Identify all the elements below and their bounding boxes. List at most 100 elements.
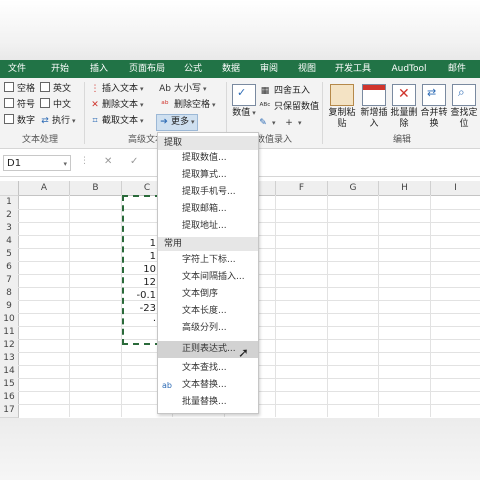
row-header[interactable]: 16 bbox=[0, 391, 19, 405]
row-header[interactable]: 11 bbox=[0, 326, 19, 340]
case-icon: Ab bbox=[159, 84, 171, 94]
name-box[interactable]: D1 ▾ bbox=[3, 155, 71, 171]
row-header[interactable]: 1 bbox=[0, 196, 19, 210]
delete-text-button[interactable]: ✕ 删除文本 ▾ bbox=[90, 98, 143, 113]
abc-icon: ᴬᴮᶜ bbox=[259, 102, 271, 112]
row-header[interactable]: 2 bbox=[0, 209, 19, 223]
menu-item-text-find[interactable]: 文本查找... bbox=[158, 360, 258, 377]
row-header[interactable]: 13 bbox=[0, 352, 19, 366]
menu-item-extract-number[interactable]: 提取数值... bbox=[158, 150, 258, 167]
digit-checkbox[interactable]: 数字 bbox=[4, 114, 35, 129]
row-header[interactable]: 8 bbox=[0, 287, 19, 301]
column-header[interactable]: H bbox=[379, 181, 431, 196]
menu-item-extract-address[interactable]: 提取地址... bbox=[158, 218, 258, 235]
ribbon-tab-bar: 文件 开始 插入 页面布局 公式 数据 审阅 视图 开发工具 AudTool 邮… bbox=[0, 60, 480, 78]
find-locate-button[interactable]: ⌕ 查找定 位 bbox=[448, 84, 480, 130]
menu-item-reverse-text[interactable]: 文本倒序 bbox=[158, 286, 258, 303]
more-dropdown-menu: 提取 提取数值... 提取算式... 提取手机号... 提取邮箱... 提取地址… bbox=[157, 132, 259, 414]
number-button[interactable]: ✓ 数值 ▾ bbox=[228, 84, 260, 119]
tab-view[interactable]: 视图 bbox=[292, 60, 322, 78]
menu-item-batch-replace[interactable]: 批量替换... bbox=[158, 394, 258, 411]
video-top-area bbox=[0, 0, 480, 60]
plus-button[interactable]: + ▾ bbox=[284, 116, 302, 131]
row-header[interactable]: 6 bbox=[0, 261, 19, 275]
menu-item-extract-email[interactable]: 提取邮箱... bbox=[158, 201, 258, 218]
round-button[interactable]: ▦ 四舍五入 bbox=[258, 84, 310, 99]
merge-icon: ⇄ bbox=[422, 84, 446, 106]
gridline bbox=[69, 195, 70, 417]
column-header[interactable]: G bbox=[328, 181, 379, 196]
row-header[interactable]: 9 bbox=[0, 300, 19, 314]
menu-item-extract-phone[interactable]: 提取手机号... bbox=[158, 184, 258, 201]
batch-delete-button[interactable]: ✕ 批量删 除 bbox=[388, 84, 420, 130]
chevron-down-icon: ▾ bbox=[191, 118, 195, 126]
menu-item-advanced-split[interactable]: 高级分列... bbox=[158, 320, 258, 337]
more-button[interactable]: ➔ 更多 ▾ bbox=[156, 114, 198, 131]
mouse-cursor-icon: ➚ bbox=[238, 346, 249, 361]
column-header[interactable]: A bbox=[19, 181, 70, 196]
cancel-icon[interactable]: ✕ bbox=[104, 156, 112, 167]
group-label-data-entry: 数值录入 bbox=[256, 135, 293, 145]
tab-home[interactable]: 开始 bbox=[44, 60, 76, 78]
menu-item-extract-formula[interactable]: 提取算式... bbox=[158, 167, 258, 184]
menu-item-superscript[interactable]: 字符上下标... bbox=[158, 252, 258, 269]
tab-audtool[interactable]: AudTool bbox=[386, 60, 432, 78]
space-checkbox[interactable]: 空格 bbox=[4, 82, 35, 97]
execute-icon: ⇄ bbox=[41, 116, 49, 126]
keep-value-button[interactable]: ᴬᴮᶜ 只保留数值 bbox=[258, 100, 319, 115]
merge-convert-button[interactable]: ⇄ 合并转 换 bbox=[418, 84, 450, 130]
round-icon: ▦ bbox=[260, 86, 270, 96]
chinese-checkbox[interactable]: 中文 bbox=[40, 98, 71, 113]
english-checkbox[interactable]: 英文 bbox=[40, 82, 71, 97]
number-icon: ✓ bbox=[232, 84, 256, 106]
row-header[interactable]: 10 bbox=[0, 313, 19, 327]
row-header[interactable]: 15 bbox=[0, 378, 19, 392]
delete-text-icon: ✕ bbox=[91, 100, 99, 110]
chevron-down-icon: ▾ bbox=[203, 85, 207, 93]
cut-text-button[interactable]: ⌗ 截取文本 ▾ bbox=[90, 114, 144, 129]
confirm-icon[interactable]: ✓ bbox=[130, 156, 138, 167]
row-header[interactable]: 17 bbox=[0, 404, 19, 418]
table-insert-icon bbox=[362, 84, 386, 106]
chevron-down-icon: ▾ bbox=[140, 117, 144, 125]
menu-item-interval-insert[interactable]: 文本间隔插入... bbox=[158, 269, 258, 286]
column-header[interactable]: B bbox=[70, 181, 122, 196]
row-header[interactable]: 3 bbox=[0, 222, 19, 236]
menu-item-text-length[interactable]: 文本长度... bbox=[158, 303, 258, 320]
tab-data[interactable]: 数据 bbox=[216, 60, 246, 78]
tab-developer[interactable]: 开发工具 bbox=[330, 60, 376, 78]
delete-space-button[interactable]: ᵃᵇ 删除空格 ▾ bbox=[158, 98, 215, 113]
tab-mail[interactable]: 邮件 bbox=[442, 60, 472, 78]
row-header[interactable]: 4 bbox=[0, 235, 19, 249]
chevron-down-icon: ▾ bbox=[272, 119, 276, 127]
row-header[interactable]: 5 bbox=[0, 248, 19, 262]
insert-new-button[interactable]: 新增插 入 bbox=[358, 84, 390, 130]
column-header[interactable]: I bbox=[431, 181, 480, 196]
edit-tools-button[interactable]: ✎ ▾ bbox=[258, 116, 276, 131]
column-header[interactable]: F bbox=[276, 181, 328, 196]
group-label-edit: 编辑 bbox=[393, 135, 412, 145]
tab-formulas[interactable]: 公式 bbox=[178, 60, 208, 78]
copy-paste-button[interactable]: 复制粘 贴 bbox=[326, 84, 358, 130]
group-label-text-processing: 文本处理 bbox=[22, 135, 59, 145]
execute-button[interactable]: ⇄ 执行 ▾ bbox=[40, 114, 76, 129]
pencil-icon: ✎ bbox=[259, 118, 267, 128]
menu-item-text-replace[interactable]: ab 文本替换... bbox=[158, 377, 258, 394]
gridline bbox=[275, 195, 276, 417]
cut-text-icon: ⌗ bbox=[92, 116, 98, 126]
tab-file[interactable]: 文件 bbox=[2, 60, 32, 78]
formula-bar-drag-handle[interactable]: ⋮ bbox=[80, 156, 89, 166]
tab-page-layout[interactable]: 页面布局 bbox=[122, 60, 172, 78]
tab-insert[interactable]: 插入 bbox=[84, 60, 114, 78]
row-header[interactable]: 12 bbox=[0, 339, 19, 353]
row-header[interactable]: 14 bbox=[0, 365, 19, 379]
chevron-down-icon: ▾ bbox=[298, 119, 302, 127]
insert-text-button[interactable]: ⋮ 插入文本 ▾ bbox=[90, 82, 144, 97]
case-button[interactable]: Ab 大小写 ▾ bbox=[158, 82, 207, 97]
symbol-checkbox[interactable]: 符号 bbox=[4, 98, 35, 113]
tab-review[interactable]: 审阅 bbox=[254, 60, 284, 78]
row-header[interactable]: 7 bbox=[0, 274, 19, 288]
checkbox-icon bbox=[40, 98, 50, 108]
select-all-corner[interactable] bbox=[0, 181, 19, 196]
chevron-down-icon: ▾ bbox=[72, 117, 76, 125]
